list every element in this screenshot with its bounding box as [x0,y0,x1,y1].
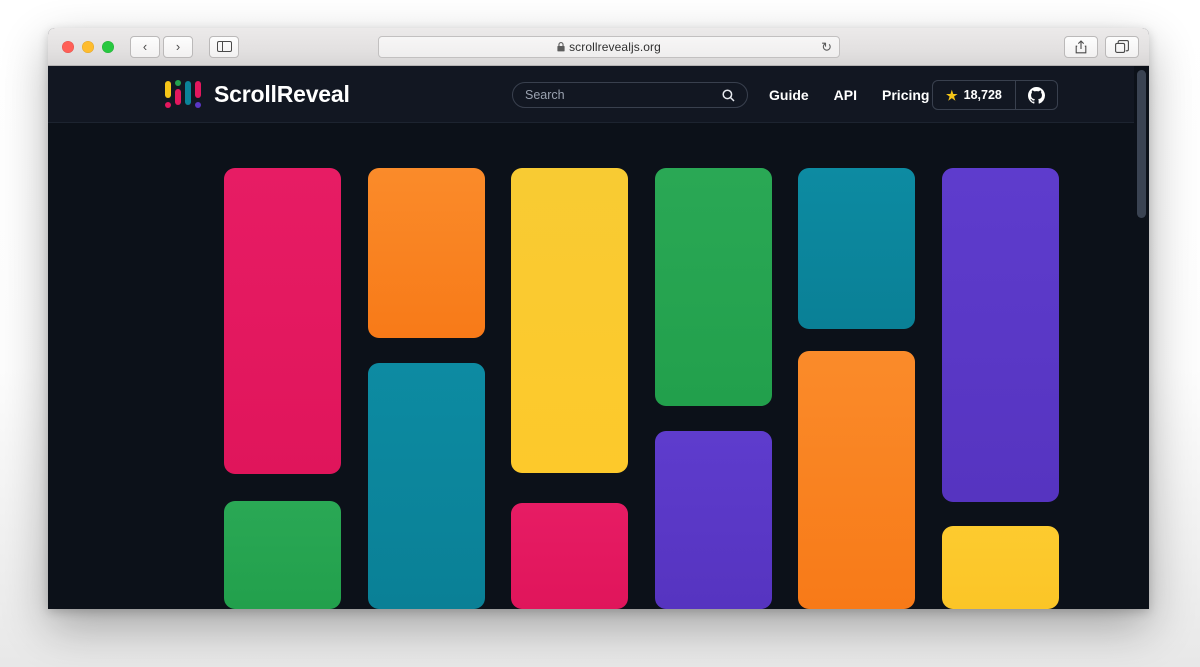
forward-button[interactable]: › [163,35,193,58]
back-button[interactable]: ‹ [130,35,160,58]
site-header: ScrollReveal Guide API Pricing ★ [48,66,1149,123]
sidebar-toggle-icon[interactable] [209,35,239,58]
minimize-window-button[interactable] [82,40,94,53]
github-star-group: ★ 18,728 [932,80,1058,110]
color-blocks-grid [176,123,1059,609]
show-tabs-icon[interactable] [1105,35,1139,58]
star-icon: ★ [946,87,958,103]
brand-logo[interactable]: ScrollReveal [165,79,350,109]
zoom-window-button[interactable] [102,40,114,53]
color-block [511,503,628,609]
color-block [368,363,485,609]
color-block [798,168,915,329]
site-navigation: Guide API Pricing [769,66,929,123]
color-block [942,526,1059,609]
address-bar[interactable]: scrollrevealjs.org ↻ [378,35,840,58]
navigation-buttons: ‹ › [130,35,193,58]
nav-link-pricing[interactable]: Pricing [882,87,929,103]
color-block [224,501,341,609]
color-block [655,431,772,609]
browser-window: ‹ › scrollrevealjs.org ↻ ScrollReveal Se… [48,28,1149,609]
nav-link-api[interactable]: API [834,87,857,103]
brand-name: ScrollReveal [214,80,350,107]
close-window-button[interactable] [62,40,74,53]
color-block [655,168,772,406]
scrollbar-thumb[interactable] [1137,70,1146,218]
search-box[interactable] [512,82,748,108]
color-block [942,168,1059,502]
url-text: scrollrevealjs.org [569,39,661,54]
nav-link-guide[interactable]: Guide [769,87,809,103]
toolbar-right-buttons [1064,35,1139,58]
window-controls [62,40,114,53]
github-star-button[interactable]: ★ 18,728 [933,81,1015,109]
page-scrollbar[interactable] [1134,66,1149,609]
page-viewport: ScrollReveal Guide API Pricing ★ [48,66,1149,609]
github-icon[interactable] [1014,81,1057,109]
color-blocks-canvas [48,123,1149,609]
scrollreveal-logo-icon [165,79,201,109]
reload-button[interactable]: ↻ [821,40,832,53]
search-input[interactable] [525,88,722,102]
color-block [511,168,628,473]
color-block [368,168,485,338]
color-block [224,168,341,474]
share-icon[interactable] [1064,35,1098,58]
search-icon[interactable] [722,88,735,102]
github-star-count: 18,728 [963,88,1002,102]
browser-toolbar: ‹ › scrollrevealjs.org ↻ [48,28,1149,66]
lock-icon [557,41,565,52]
color-block [798,351,915,609]
